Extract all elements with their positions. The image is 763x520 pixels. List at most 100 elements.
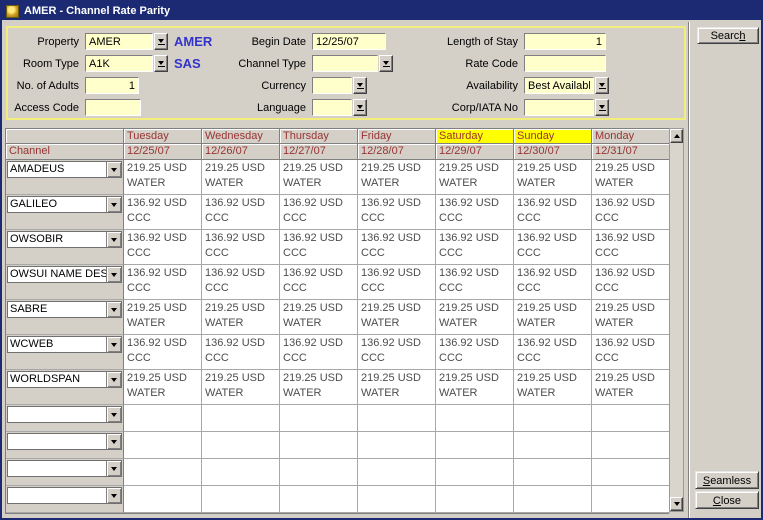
date-header-cell: 12/29/07 — [436, 144, 514, 160]
channel-dropdown-icon[interactable] — [106, 337, 121, 352]
channel-dropdown-icon[interactable] — [106, 372, 121, 387]
channel-cell: GALILEO — [6, 195, 124, 230]
channel-cell — [6, 459, 124, 486]
length-of-stay-label: Length of Stay — [398, 36, 524, 48]
rate-cell: 219.25 USDWATER — [514, 370, 592, 405]
scroll-down-icon[interactable] — [670, 497, 683, 511]
currency-dropdown-icon[interactable] — [353, 77, 367, 94]
grid-corner-cell — [6, 129, 124, 144]
day-header-cell: Sunday — [514, 129, 592, 144]
channel-cell: WCWEB — [6, 335, 124, 370]
rate-cell: 136.92 USDCCC — [436, 265, 514, 300]
language-dropdown-icon[interactable] — [353, 99, 367, 116]
availability-field[interactable] — [524, 77, 594, 94]
channel-select[interactable] — [7, 406, 122, 423]
length-of-stay-field[interactable] — [524, 33, 606, 50]
rate-cell: 136.92 USDCCC — [124, 265, 202, 300]
channel-select[interactable]: SABRE — [7, 301, 122, 318]
channel-dropdown-icon[interactable] — [106, 461, 121, 476]
channel-select-value: WORLDSPAN — [8, 372, 106, 387]
rate-cell: 136.92 USDCCC — [592, 230, 670, 265]
property-field[interactable] — [85, 33, 153, 50]
channel-select[interactable] — [7, 487, 122, 504]
channel-dropdown-icon[interactable] — [106, 434, 121, 449]
day-header-cell: Saturday — [436, 129, 514, 144]
language-field[interactable] — [312, 99, 352, 116]
close-button[interactable]: Close — [695, 491, 759, 509]
rate-cell: 219.25 USDWATER — [280, 160, 358, 195]
table-row: SABRE219.25 USDWATER219.25 USDWATER219.2… — [6, 300, 668, 335]
rate-cell: 219.25 USDWATER — [124, 160, 202, 195]
channel-dropdown-icon[interactable] — [106, 162, 121, 177]
begin-date-field[interactable] — [312, 33, 386, 50]
channel-select[interactable] — [7, 433, 122, 450]
channel-select[interactable]: OWSOBIR — [7, 231, 122, 248]
channel-select-value: SABRE — [8, 302, 106, 317]
channel-dropdown-icon[interactable] — [106, 407, 121, 422]
channel-cell — [6, 486, 124, 513]
rate-code-field[interactable] — [524, 55, 606, 72]
property-dropdown-icon[interactable] — [154, 33, 168, 50]
access-code-field[interactable] — [85, 99, 141, 116]
no-of-adults-field[interactable] — [85, 77, 139, 94]
rate-cell — [202, 459, 280, 486]
property-group: Property AMER — [8, 33, 212, 50]
channel-cell — [6, 432, 124, 459]
rate-cell: 136.92 USDCCC — [202, 195, 280, 230]
channel-type-dropdown-icon[interactable] — [379, 55, 393, 72]
channel-dropdown-icon[interactable] — [106, 197, 121, 212]
rate-cell: 136.92 USDCCC — [358, 335, 436, 370]
rate-cell: 219.25 USDWATER — [592, 370, 670, 405]
channel-type-field[interactable] — [312, 55, 378, 72]
currency-field[interactable] — [312, 77, 352, 94]
rate-cell: 136.92 USDCCC — [514, 230, 592, 265]
rate-cell: 136.92 USDCCC — [514, 265, 592, 300]
channel-select[interactable]: AMADEUS — [7, 161, 122, 178]
rate-cell: 136.92 USDCCC — [436, 230, 514, 265]
rate-cell: 136.92 USDCCC — [592, 195, 670, 230]
room-type-field[interactable] — [85, 55, 153, 72]
channel-select[interactable]: OWSUI NAME DESC — [7, 266, 122, 283]
rate-cell: 136.92 USDCCC — [124, 335, 202, 370]
rate-cell: 219.25 USDWATER — [280, 300, 358, 335]
channel-select[interactable]: WORLDSPAN — [7, 371, 122, 388]
channel-select-value — [8, 488, 106, 503]
rate-cell — [514, 432, 592, 459]
rate-cell — [202, 486, 280, 513]
scroll-up-icon[interactable] — [670, 129, 683, 143]
corp-iata-no-dropdown-icon[interactable] — [595, 99, 609, 116]
channel-dropdown-icon[interactable] — [106, 488, 121, 503]
seamless-button[interactable]: Seamless — [695, 471, 759, 489]
rate-cell: 219.25 USDWATER — [514, 300, 592, 335]
channel-dropdown-icon[interactable] — [106, 302, 121, 317]
channel-dropdown-icon[interactable] — [106, 232, 121, 247]
panel-divider — [688, 22, 689, 518]
rate-cell — [358, 486, 436, 513]
day-header-cell: Wednesday — [202, 129, 280, 144]
channel-select[interactable]: WCWEB — [7, 336, 122, 353]
channel-select[interactable] — [7, 460, 122, 477]
rate-parity-grid: TuesdayWednesdayThursdayFridaySaturdaySu… — [5, 128, 669, 514]
rate-cell: 219.25 USDWATER — [592, 160, 670, 195]
rate-cell: 219.25 USDWATER — [436, 300, 514, 335]
availability-label: Availability — [398, 80, 524, 92]
grid-vertical-scrollbar[interactable] — [669, 128, 684, 512]
rate-cell: 136.92 USDCCC — [358, 195, 436, 230]
room-type-dropdown-icon[interactable] — [154, 55, 168, 72]
search-button[interactable]: Search — [697, 27, 759, 44]
currency-group: Currency — [200, 77, 367, 94]
language-label: Language — [200, 102, 312, 114]
corp-iata-no-field[interactable] — [524, 99, 594, 116]
day-header-cell: Monday — [592, 129, 670, 144]
availability-dropdown-icon[interactable] — [595, 77, 609, 94]
rate-cell: 136.92 USDCCC — [592, 335, 670, 370]
rate-cell: 219.25 USDWATER — [514, 160, 592, 195]
channel-select[interactable]: GALILEO — [7, 196, 122, 213]
access-code-group: Access Code — [8, 99, 141, 116]
availability-group: Availability — [398, 77, 609, 94]
rate-cell — [124, 459, 202, 486]
rate-cell — [358, 432, 436, 459]
window-title: AMER - Channel Rate Parity — [24, 5, 170, 17]
channel-dropdown-icon[interactable] — [106, 267, 121, 282]
length-of-stay-group: Length of Stay — [398, 33, 606, 50]
